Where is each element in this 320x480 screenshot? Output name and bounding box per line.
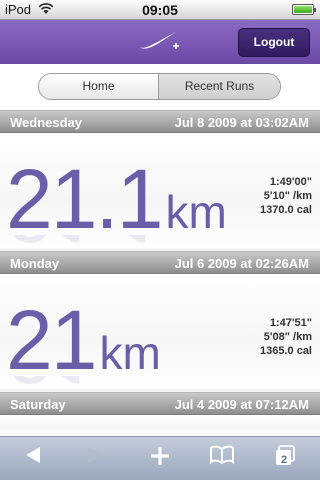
run-duration: 1:47'51" — [269, 317, 312, 329]
run-pace: 5'10" /km — [263, 190, 312, 202]
app-header: Logout — [0, 20, 320, 64]
run-row[interactable]: 21.1km 21.1km 1:49'00" 5'10" /km 1370.0 … — [0, 133, 320, 255]
tab-bar-container: Home Recent Runs — [0, 64, 320, 110]
run-duration: 1:49'00" — [269, 176, 312, 188]
run-distance: 21.1km — [6, 157, 227, 241]
run-pace: 5'08" /km — [263, 331, 312, 343]
run-stats: 1:47'51" 5'08" /km 1365.0 cal — [260, 316, 312, 358]
distance-unit: km — [99, 327, 161, 379]
run-row[interactable] — [0, 415, 320, 436]
pages-icon[interactable]: 2 — [270, 445, 300, 473]
distance-value: 21.1 — [6, 152, 163, 246]
run-date-header: Monday Jul 6 2009 at 02:26AM — [0, 251, 320, 274]
back-arrow-icon[interactable] — [18, 445, 48, 473]
bookmarks-icon[interactable] — [207, 445, 237, 473]
nike-plus-logo-icon — [136, 30, 182, 59]
pages-count: 2 — [281, 454, 288, 466]
forward-arrow-icon — [80, 445, 110, 473]
tab-recent-runs[interactable]: Recent Runs — [159, 74, 280, 99]
run-day: Wednesday — [10, 115, 83, 130]
add-icon[interactable] — [145, 445, 175, 473]
logout-button[interactable]: Logout — [238, 28, 310, 57]
run-datetime: Jul 4 2009 at 07:12AM — [174, 397, 309, 412]
status-bar: iPod 09:05 — [0, 0, 320, 20]
run-calories: 1370.0 cal — [260, 204, 312, 216]
run-stats: 1:49'00" 5'10" /km 1370.0 cal — [260, 175, 312, 217]
run-date-header: Saturday Jul 4 2009 at 07:12AM — [0, 392, 320, 415]
battery-icon — [292, 4, 316, 15]
run-day: Monday — [10, 256, 60, 271]
clock-time: 09:05 — [142, 2, 178, 18]
browser-toolbar: 2 — [0, 436, 320, 480]
segmented-control: Home Recent Runs — [38, 73, 281, 100]
run-date-header: Wednesday Jul 8 2009 at 03:02AM — [0, 110, 320, 133]
run-distance: 21km — [6, 298, 161, 382]
distance-value: 21 — [6, 293, 97, 387]
run-datetime: Jul 8 2009 at 03:02AM — [174, 115, 309, 130]
run-calories: 1365.0 cal — [260, 345, 312, 357]
distance-unit: km — [165, 186, 227, 238]
tab-home[interactable]: Home — [39, 74, 159, 99]
run-day: Saturday — [10, 397, 66, 412]
run-datetime: Jul 6 2009 at 02:26AM — [174, 256, 309, 271]
run-row[interactable]: 21km 21km 1:47'51" 5'08" /km 1365.0 cal — [0, 274, 320, 396]
